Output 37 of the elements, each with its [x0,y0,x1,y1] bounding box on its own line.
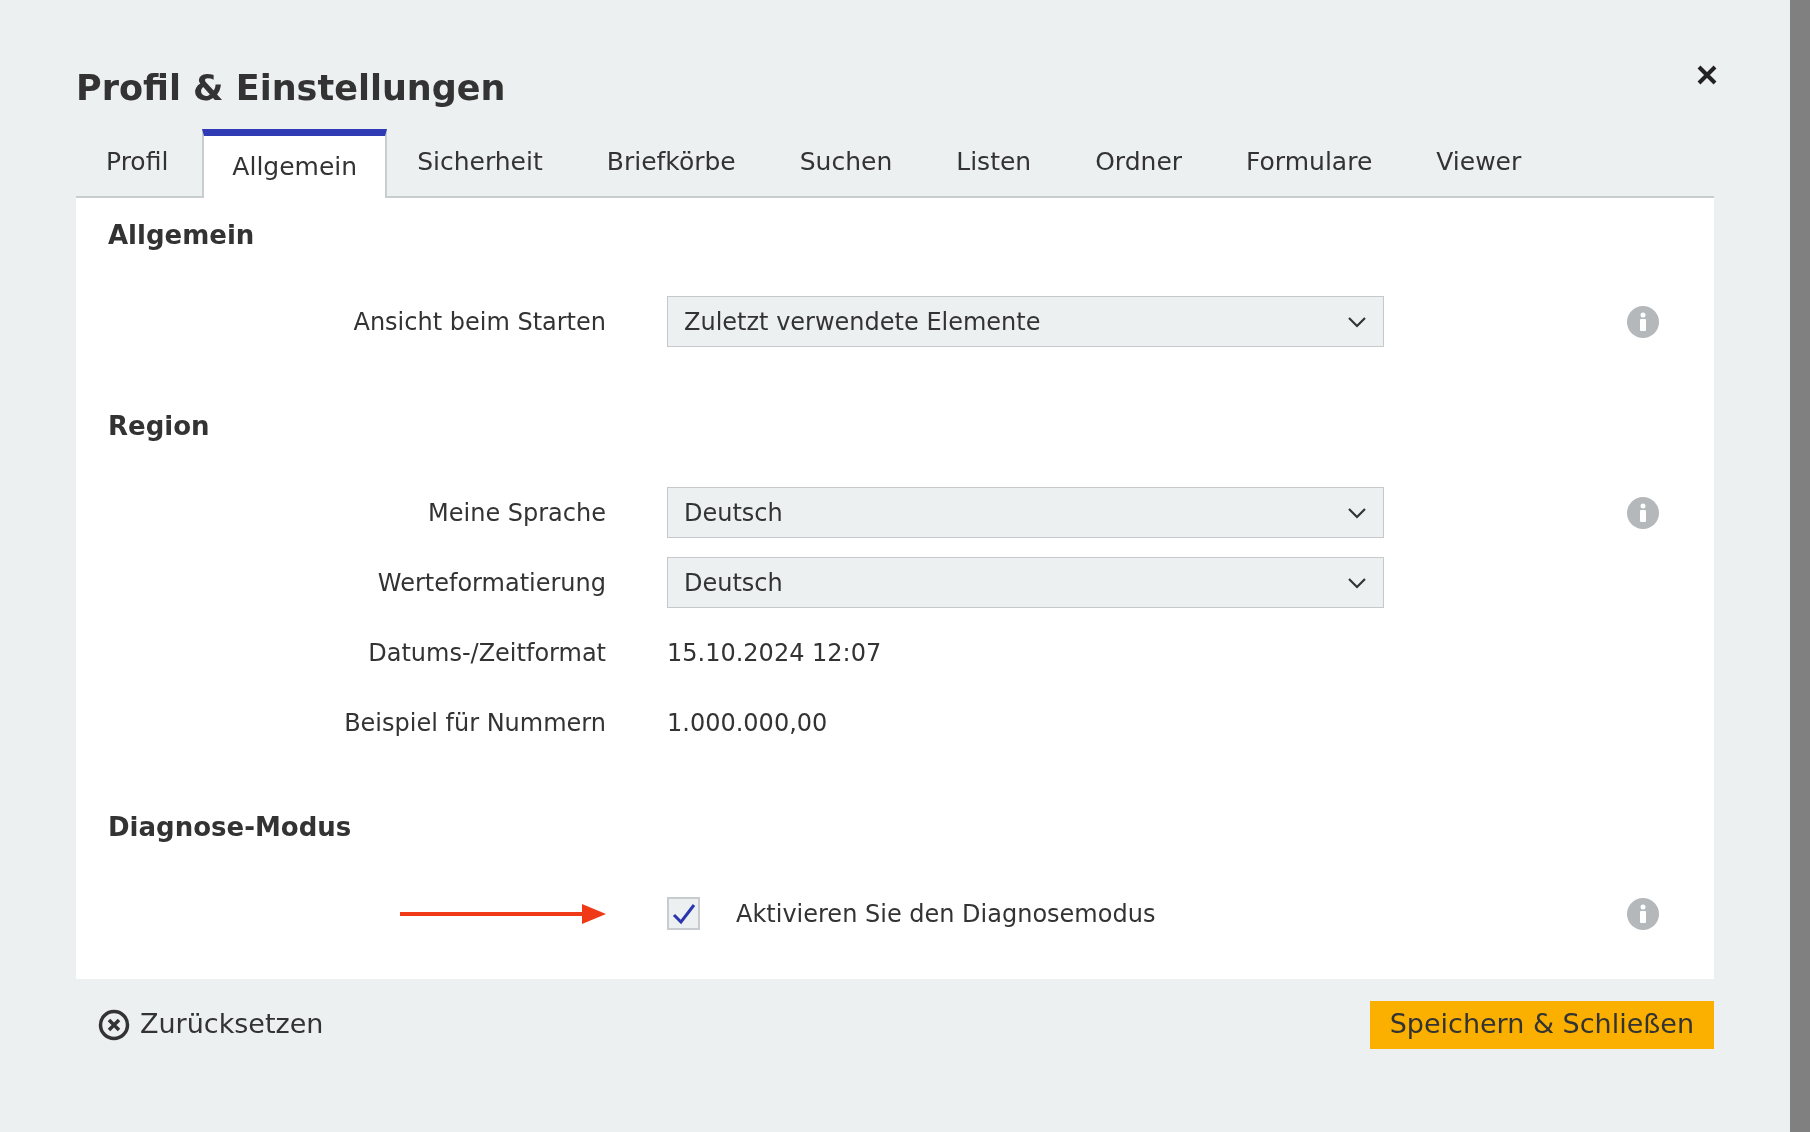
chevron-down-icon [1347,506,1367,519]
field-label: Ansicht beim Starten [353,306,606,338]
tab[interactable]: Sicherheit [387,128,573,196]
section-heading: Region [108,409,211,443]
info-icon[interactable] [1627,897,1659,930]
dropdown[interactable]: Deutsch [667,557,1384,608]
dropdown[interactable]: Deutsch [667,487,1384,538]
tab[interactable]: Profil [76,128,199,196]
save-close-button[interactable]: Speichern & Schließen [1369,1000,1714,1049]
section-heading: Allgemein [108,218,256,252]
close-icon [1696,64,1718,86]
tab[interactable]: Ordner [1065,128,1213,196]
tab[interactable]: Listen [926,128,1062,196]
info-icon[interactable] [1627,305,1659,338]
circle-x-icon [98,1008,130,1041]
field-value: 15.10.2024 12:07 [667,637,882,669]
field-label: Werteformatierung [377,567,606,599]
tab[interactable]: Allgemein [202,128,388,198]
checkbox-label: Aktivieren Sie den Diagnosemodus [736,898,1156,930]
chevron-down-icon [1347,576,1367,589]
tab[interactable]: Briefkörbe [576,128,766,196]
tab[interactable]: Formulare [1216,128,1403,196]
field-label: Datums-/Zeitformat [368,637,606,669]
tab[interactable]: Suchen [769,128,923,196]
checkbox[interactable] [667,897,700,930]
dropdown[interactable]: Zuletzt verwendete Elemente [667,296,1384,347]
chevron-down-icon [1347,315,1367,328]
checkmark-icon [671,902,696,925]
close-button[interactable] [1696,64,1718,86]
reset-button[interactable]: Zurücksetzen [98,1004,324,1045]
field-value: 1.000.000,00 [667,707,828,739]
info-icon[interactable] [1627,496,1659,529]
section-heading: Diagnose-Modus [108,810,353,844]
tab[interactable]: Viewer [1406,128,1552,196]
dialog-title: Profil & Einstellungen [76,67,506,110]
field-label: Beispiel für Nummern [344,707,606,739]
field-label: Meine Sprache [428,497,606,529]
